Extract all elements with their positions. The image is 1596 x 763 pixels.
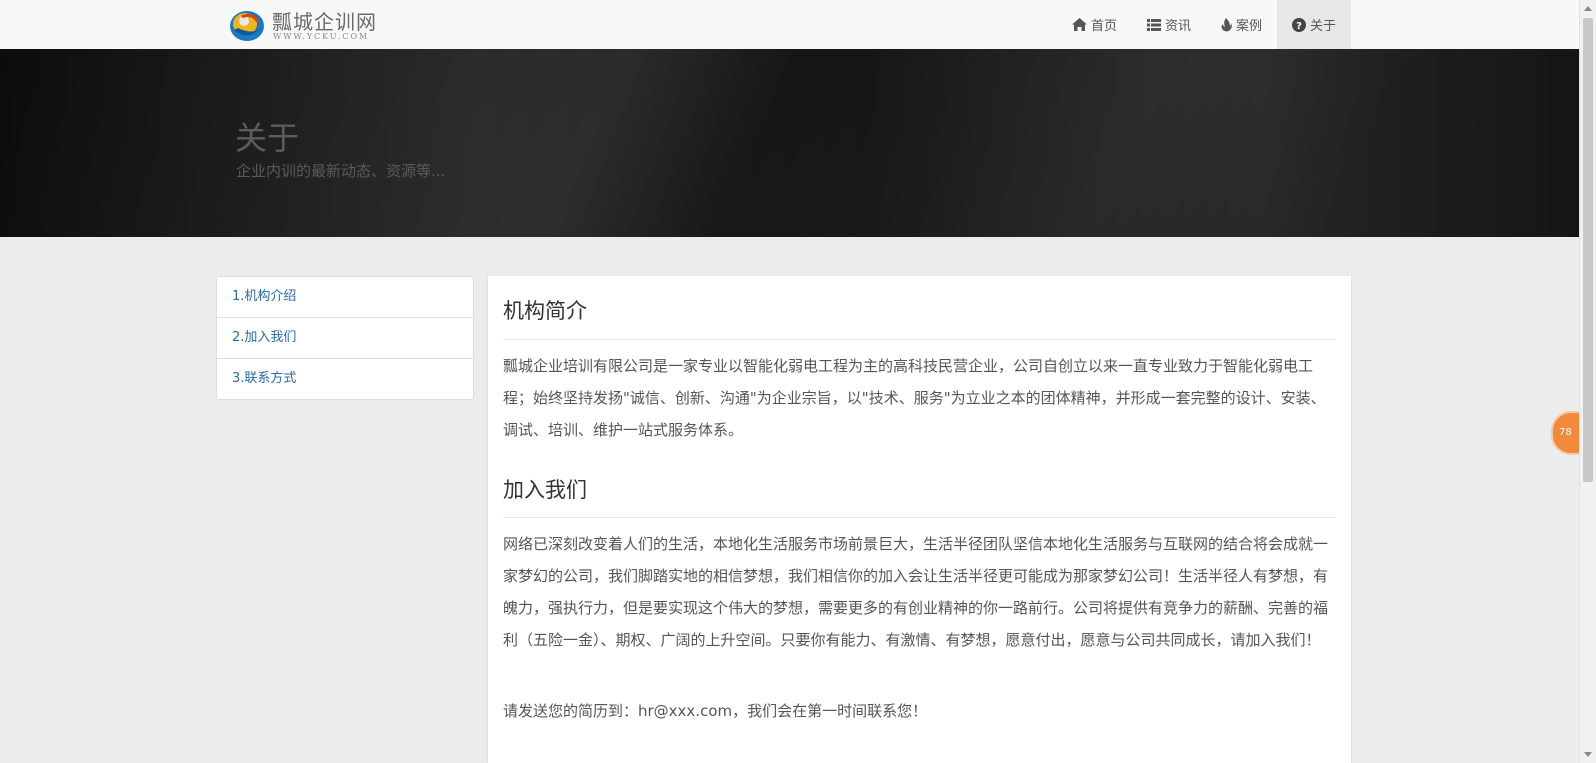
- fire-icon: [1221, 17, 1232, 31]
- section-heading-intro: 机构简介: [503, 299, 587, 323]
- section-divider: [503, 517, 1336, 518]
- svg-text:?: ?: [1296, 21, 1302, 32]
- page-scrollbar[interactable]: [1579, 0, 1596, 763]
- main-content: 机构简介 瓢城企业培训有限公司是一家专业以智能化弱电工程为主的高科技民营企业，公…: [488, 276, 1351, 763]
- main-nav: 首页 资讯 案例 ? 关于: [1057, 0, 1351, 49]
- page-subtitle: 企业内训的最新动态、资源等...: [236, 162, 446, 180]
- page-title: 关于: [235, 119, 300, 157]
- list-icon: [1146, 18, 1161, 31]
- scroll-down-icon[interactable]: [1584, 752, 1592, 757]
- nav-item-home[interactable]: 首页: [1057, 0, 1132, 49]
- section-divider: [503, 339, 1336, 340]
- nav-item-cases-label: 案例: [1235, 19, 1262, 34]
- intro-paragraph: 瓢城企业培训有限公司是一家专业以智能化弱电工程为主的高科技民营企业，公司自创立以…: [503, 357, 1326, 439]
- top-navbar: 瓢城企训网 WWW.YCKU.COM 首页 资讯 案例 ? 关于: [0, 0, 1580, 50]
- scroll-up-icon[interactable]: [1584, 6, 1592, 11]
- scrollbar-thumb[interactable]: [1583, 18, 1593, 482]
- brand-domain: WWW.YCKU.COM: [273, 32, 370, 41]
- hero-banner: 关于 企业内训的最新动态、资源等...: [0, 49, 1580, 237]
- join-paragraph: 网络已深刻改变着人们的生活，本地化生活服务市场前景巨大，生活半径团队坚信本地化生…: [503, 535, 1329, 649]
- nav-item-news-label: 资讯: [1164, 19, 1191, 34]
- section-heading-join: 加入我们: [503, 478, 587, 502]
- question-circle-icon: ?: [1291, 17, 1306, 32]
- home-icon: [1071, 18, 1087, 31]
- globe-logo-icon: [230, 11, 264, 41]
- nav-item-news[interactable]: 资讯: [1132, 0, 1206, 49]
- sidebar-item-join[interactable]: 2.加入我们: [217, 317, 473, 358]
- nav-item-about-label: 关于: [1309, 19, 1336, 34]
- brand-name: 瓢城企训网: [272, 10, 377, 34]
- nav-item-home-label: 首页: [1090, 19, 1117, 34]
- sidebar-item-intro[interactable]: 1.机构介绍: [217, 277, 473, 317]
- sidebar-menu: 1.机构介绍 2.加入我们 3.联系方式: [216, 276, 474, 400]
- nav-item-about[interactable]: ? 关于: [1276, 0, 1351, 49]
- sidebar-item-contact[interactable]: 3.联系方式: [217, 358, 473, 399]
- resume-paragraph: 请发送您的简历到：hr@xxx.com，我们会在第一时间联系您！: [503, 702, 928, 720]
- nav-item-cases[interactable]: 案例: [1206, 0, 1277, 49]
